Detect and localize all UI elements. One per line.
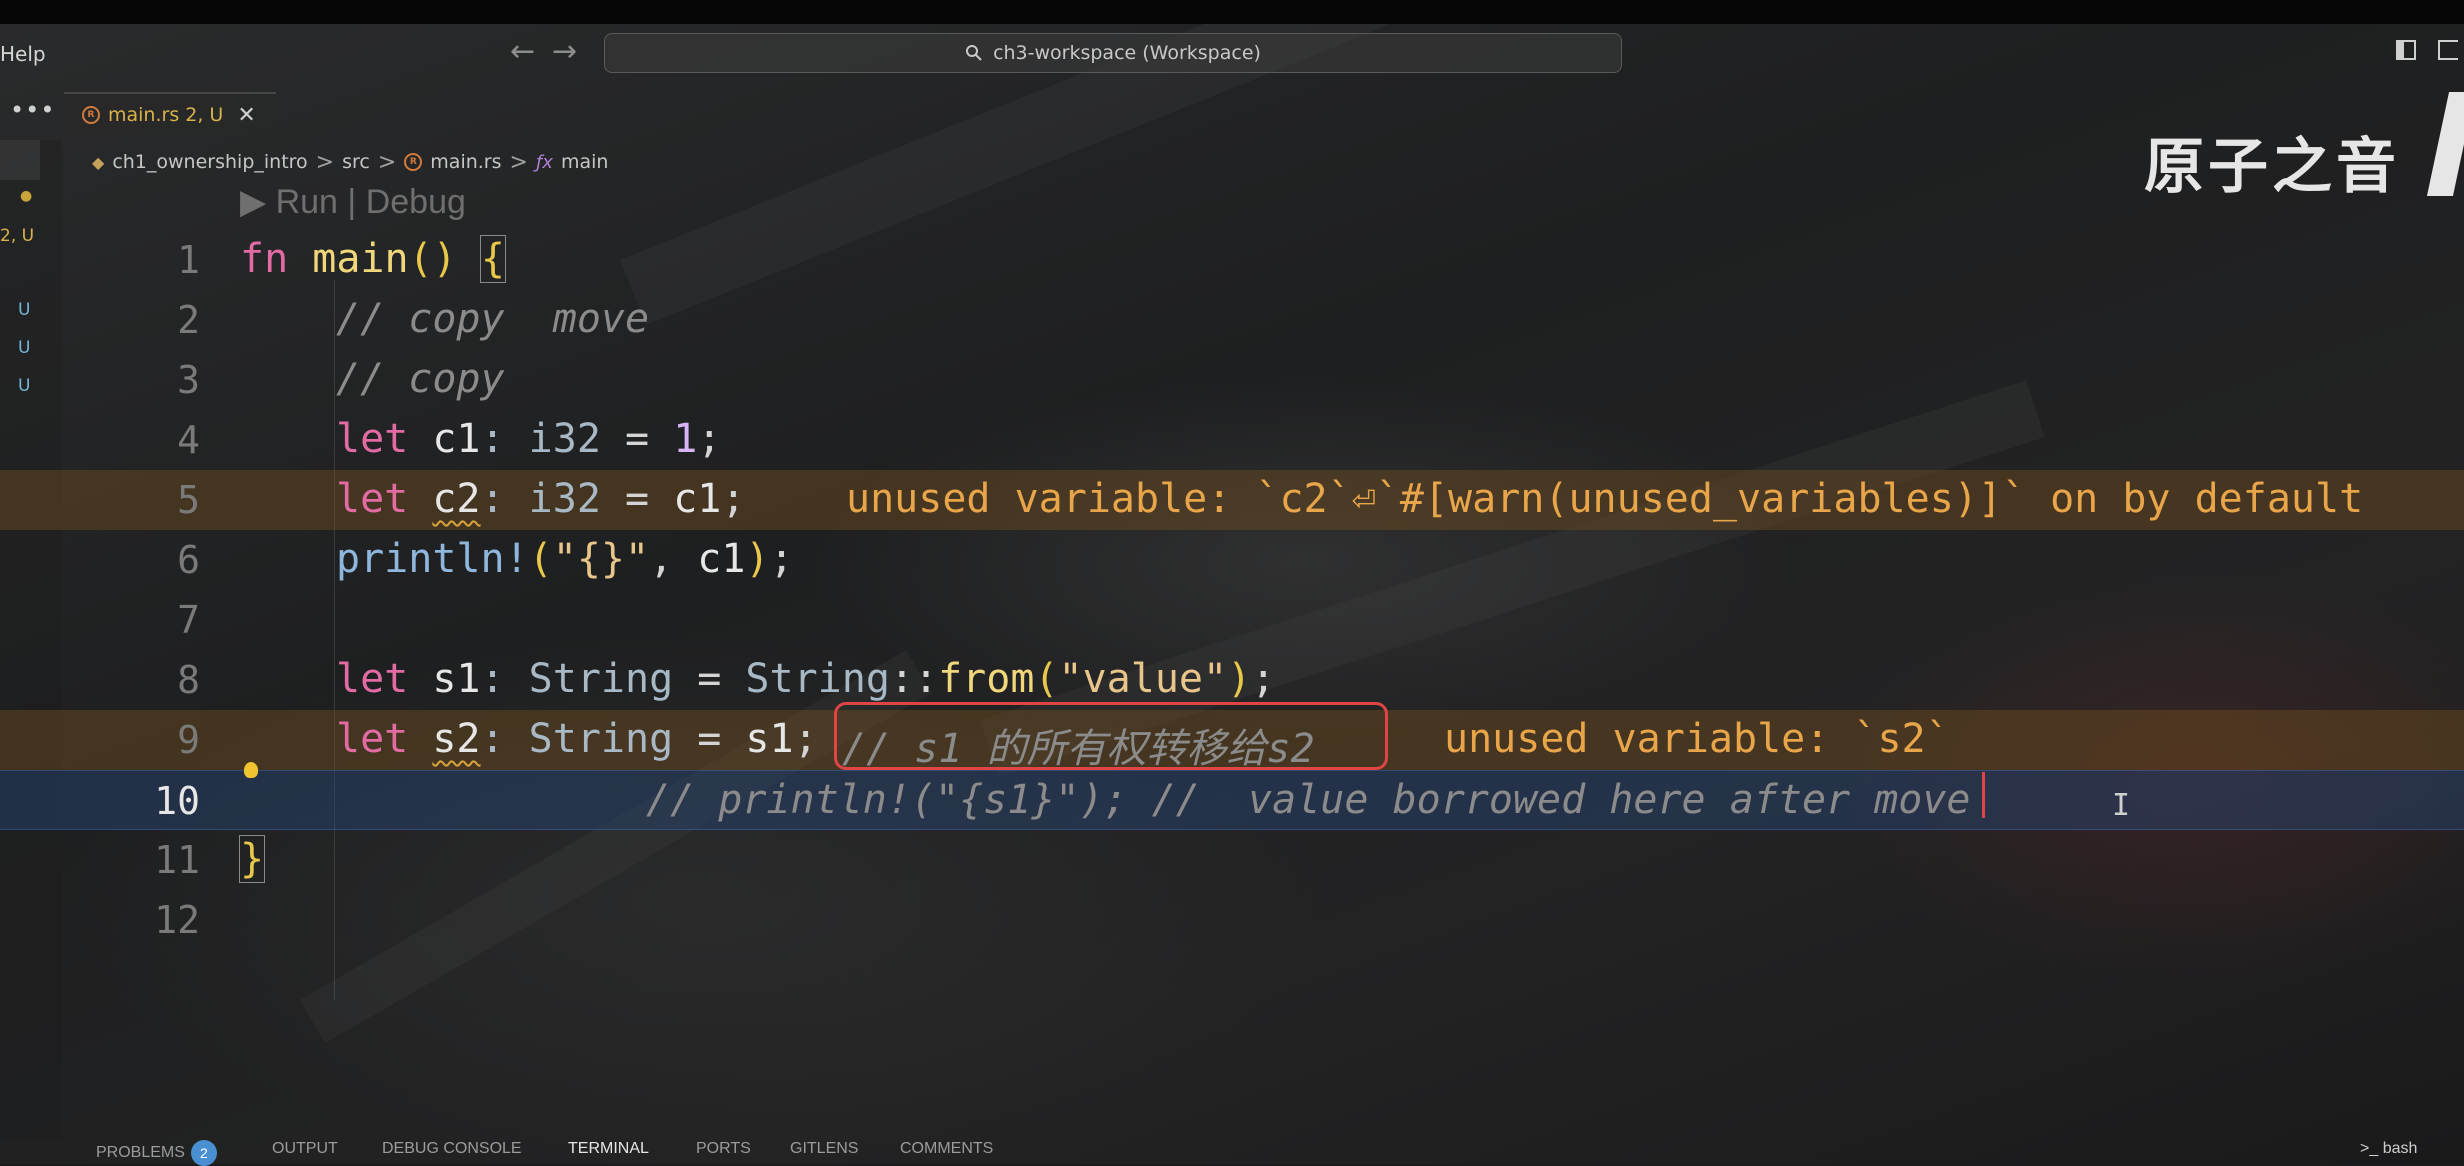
mouse-ibeam-icon: I xyxy=(2112,788,2131,823)
tab-comments[interactable]: COMMENTS xyxy=(900,1140,993,1158)
code-line[interactable]: 4 let c1: i32 = 1; xyxy=(0,410,2464,470)
code-line[interactable]: 3 // copy xyxy=(0,350,2464,410)
terminal-icon: >_ xyxy=(2360,1140,2379,1157)
line-number: 2 xyxy=(177,298,200,342)
line-number: 10 xyxy=(154,779,200,823)
line-number: 8 xyxy=(177,658,200,702)
breadcrumb-item-file[interactable]: main.rs xyxy=(430,151,501,173)
text-cursor xyxy=(1982,772,1985,818)
tab-problems[interactable]: PROBLEMS 2 xyxy=(96,1140,217,1166)
line-number: 3 xyxy=(177,358,200,402)
function-icon: ƒx xyxy=(535,151,553,173)
code-line[interactable]: 7 xyxy=(0,590,2464,650)
line-number: 9 xyxy=(177,718,200,762)
top-black-bar xyxy=(0,0,2464,24)
chevron-right-icon: > xyxy=(315,149,335,175)
menu-help[interactable]: Help xyxy=(0,42,46,66)
line-number: 11 xyxy=(154,838,200,882)
code-line[interactable]: 11 } xyxy=(0,830,2464,890)
lightbulb-icon[interactable] xyxy=(244,762,258,778)
problems-count-badge: 2 xyxy=(190,1140,217,1166)
command-center-search[interactable]: ch3-workspace (Workspace) xyxy=(604,33,1622,73)
line-number: 6 xyxy=(177,538,200,582)
code-comment: // copy move xyxy=(336,296,650,342)
code-line[interactable]: 1 fn main() { xyxy=(0,230,2464,290)
toggle-primary-sidebar-icon[interactable] xyxy=(2396,40,2416,60)
folder-icon: ◆ xyxy=(92,152,105,172)
toggle-panel-icon[interactable] xyxy=(2438,40,2458,60)
inline-warning: unused variable: `c2`⏎`#[warn(unused_var… xyxy=(846,476,2364,522)
tab-output[interactable]: OUTPUT xyxy=(272,1140,338,1158)
run-debug-codelens[interactable]: ▶ Run | Debug xyxy=(240,182,466,222)
line-number: 12 xyxy=(154,898,200,942)
tab-problems-label: PROBLEMS xyxy=(96,1144,185,1162)
explorer-selected-row[interactable] xyxy=(0,140,40,180)
more-actions-icon[interactable]: ••• xyxy=(10,96,55,124)
terminal-shell-label: bash xyxy=(2382,1140,2418,1157)
code-line[interactable]: 12 xyxy=(0,890,2464,950)
code-line-warning[interactable]: 5 let c2: i32 = c1; unused variable: `c2… xyxy=(0,470,2464,530)
code-editor[interactable]: ▶ Run | Debug 1 fn main() { 2 // copy mo… xyxy=(0,183,2464,1000)
highlight-annotation-box xyxy=(834,702,1388,770)
tab-terminal[interactable]: TERMINAL xyxy=(568,1140,649,1158)
tab-debug-console[interactable]: DEBUG CONSOLE xyxy=(382,1140,522,1158)
tab-ports[interactable]: PORTS xyxy=(696,1140,751,1158)
tab-main-rs[interactable]: R main.rs 2, U ✕ xyxy=(64,92,276,136)
line-number: 5 xyxy=(177,478,200,522)
code-line-current[interactable]: 10 // println!("{s1}"); // value borrowe… xyxy=(0,770,2464,830)
back-arrow-icon[interactable]: ← xyxy=(510,34,535,69)
breadcrumb-item-project[interactable]: ch1_ownership_intro xyxy=(112,151,307,173)
code-line[interactable]: 8 let s1: String = String::from("value")… xyxy=(0,650,2464,710)
line-number: 4 xyxy=(177,418,200,462)
line-number: 7 xyxy=(177,598,200,642)
code-comment: // copy xyxy=(336,356,505,402)
rust-file-icon: R xyxy=(404,153,423,171)
code-comment: // println!("{s1}"); // value borrowed h… xyxy=(646,777,1971,823)
forward-arrow-icon[interactable]: → xyxy=(552,34,577,69)
breadcrumb-item-function[interactable]: main xyxy=(561,151,608,173)
breadcrumb: ◆ ch1_ownership_intro > src > R main.rs … xyxy=(92,148,608,176)
breadcrumb-item-src[interactable]: src xyxy=(342,151,370,173)
terminal-bash-selector[interactable]: >_ bash xyxy=(2360,1140,2417,1158)
inline-warning: unused variable: `s2` xyxy=(1444,716,1950,762)
tab-label: main.rs 2, U xyxy=(108,104,224,126)
line-number: 1 xyxy=(177,238,200,282)
code-line[interactable]: 6 println!("{}", c1); xyxy=(0,530,2464,590)
chevron-right-icon: > xyxy=(377,149,397,175)
tab-gitlens[interactable]: GITLENS xyxy=(790,1140,858,1158)
chevron-right-icon: > xyxy=(509,149,528,175)
rust-file-icon: R xyxy=(82,106,100,124)
code-line[interactable]: 2 // copy move xyxy=(0,290,2464,350)
command-center-label: ch3-workspace (Workspace) xyxy=(993,42,1261,64)
search-icon xyxy=(966,45,982,61)
close-icon[interactable]: ✕ xyxy=(237,103,255,128)
